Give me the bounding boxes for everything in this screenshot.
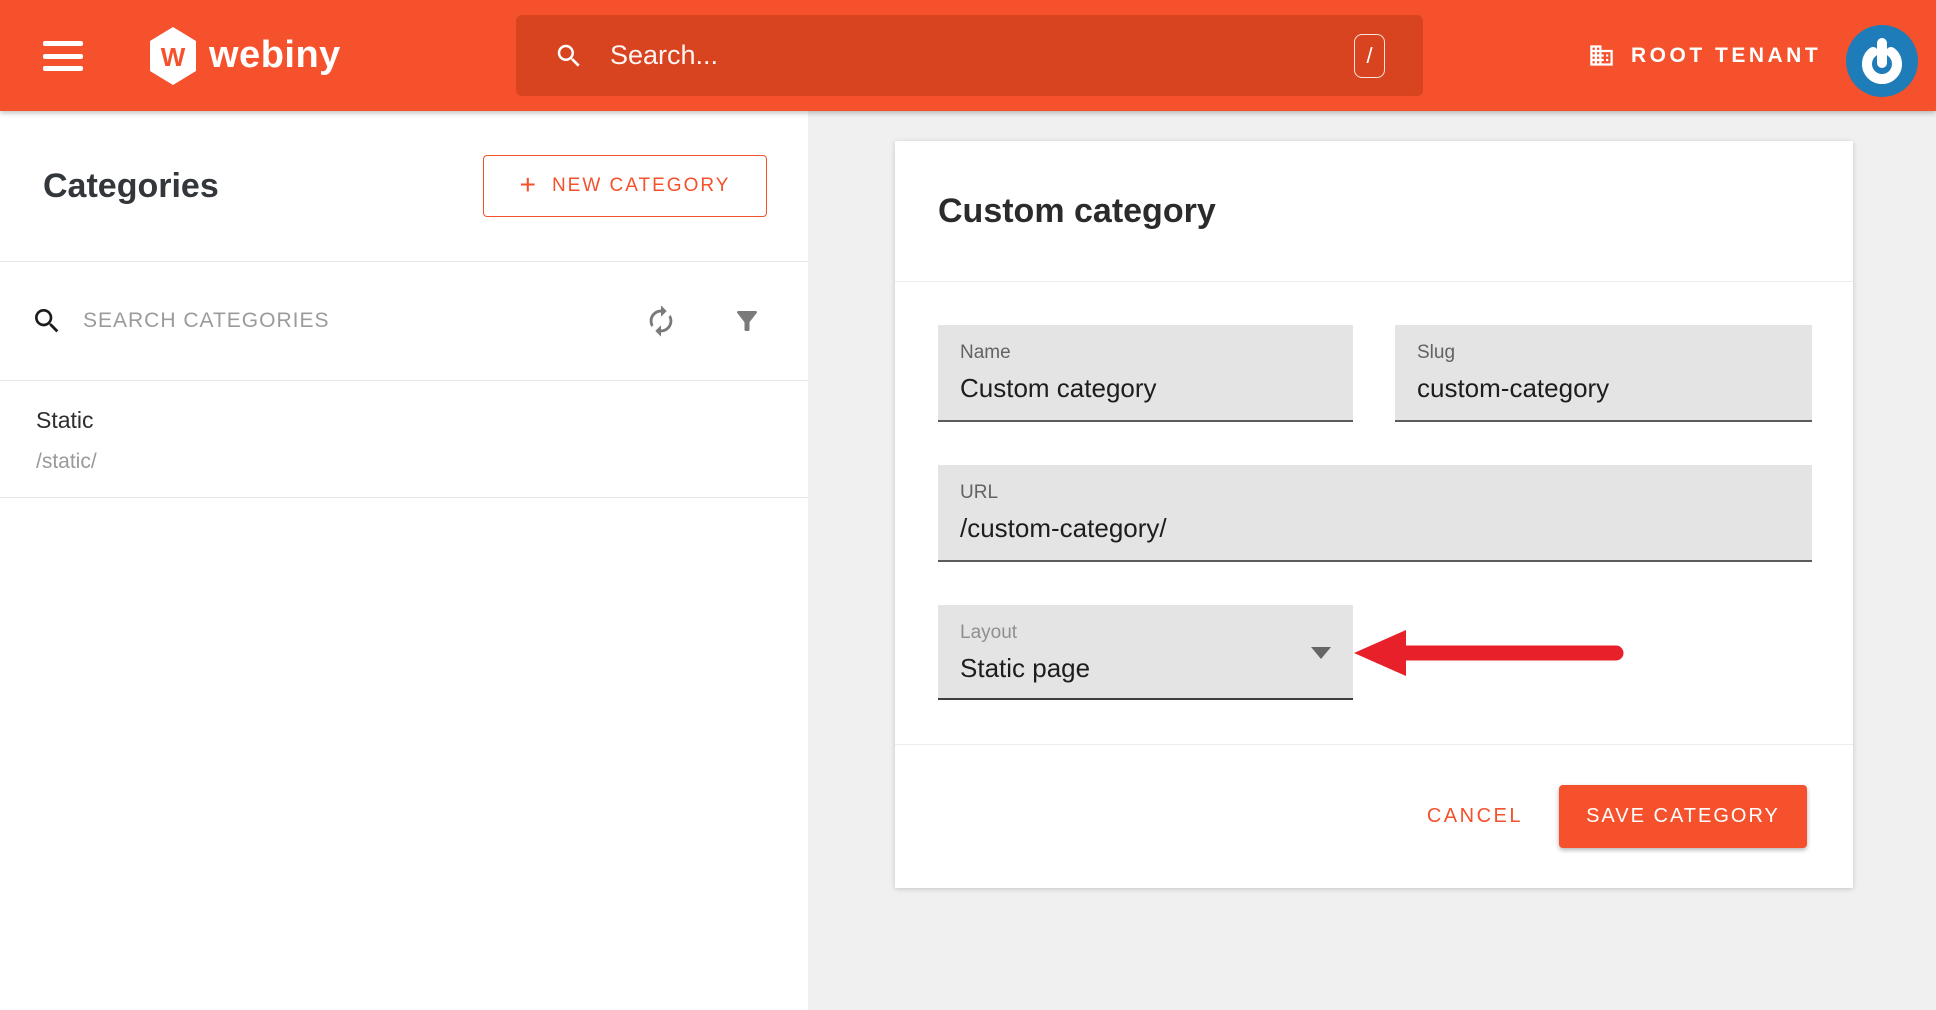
url-field[interactable]: URL [938, 465, 1812, 562]
name-field-input[interactable] [960, 373, 1322, 404]
webiny-logo-letter: W [161, 42, 186, 72]
category-name: Static [36, 407, 808, 434]
slug-field-input[interactable] [1417, 373, 1780, 404]
building-icon [1588, 42, 1615, 69]
keyboard-shortcut-badge: / [1354, 34, 1385, 78]
save-category-button[interactable]: SAVE CATEGORY [1559, 785, 1807, 848]
global-search-input[interactable] [610, 40, 1354, 71]
url-field-input[interactable] [960, 513, 1744, 544]
layout-selected-value: Static page [960, 653, 1353, 684]
menu-icon[interactable] [43, 41, 83, 71]
webiny-hexagon-icon: W [150, 27, 196, 85]
refresh-icon [644, 304, 678, 338]
slug-field-label: Slug [1417, 342, 1812, 364]
form-title: Custom category [938, 192, 1216, 231]
form-footer: CANCEL SAVE CATEGORY [895, 745, 1853, 888]
category-list-item[interactable]: Static /static/ [0, 381, 808, 498]
annotation-arrow-icon [1354, 629, 1626, 677]
new-category-button[interactable]: + NEW CATEGORY [483, 155, 767, 217]
topbar: W webiny / ROOT TENANT [0, 0, 1936, 111]
tenant-selector[interactable]: ROOT TENANT [1588, 0, 1821, 111]
category-form-card: Custom category Name Slug URL Layout Sta… [895, 141, 1853, 888]
form-header: Custom category [895, 141, 1853, 282]
tenant-name: ROOT TENANT [1631, 44, 1821, 68]
avatar-power-icon [1844, 23, 1920, 99]
categories-header: Categories + NEW CATEGORY [0, 111, 808, 262]
chevron-down-icon [1311, 647, 1331, 659]
layout-select[interactable]: Layout Static page [938, 605, 1353, 700]
search-icon [554, 41, 584, 71]
cancel-button[interactable]: CANCEL [1421, 795, 1529, 838]
webiny-logo[interactable]: W webiny [150, 0, 341, 111]
url-field-label: URL [960, 482, 1812, 504]
user-avatar[interactable] [1844, 23, 1920, 99]
filter-icon [732, 306, 762, 336]
slug-field[interactable]: Slug [1395, 325, 1812, 422]
global-search-bar[interactable]: / [516, 15, 1423, 96]
name-field-label: Name [960, 342, 1353, 364]
filter-button[interactable] [732, 306, 762, 336]
category-url: /static/ [36, 450, 808, 474]
category-search-input[interactable] [83, 309, 644, 333]
category-search-row [0, 262, 808, 381]
refresh-button[interactable] [644, 304, 678, 338]
name-field[interactable]: Name [938, 325, 1353, 422]
page-title: Categories [43, 167, 219, 206]
plus-icon: + [520, 169, 538, 201]
categories-panel: Categories + NEW CATEGORY Static /static… [0, 111, 808, 1010]
new-category-button-label: NEW CATEGORY [552, 175, 730, 197]
brand-name: webiny [209, 34, 341, 77]
layout-select-label: Layout [960, 622, 1353, 644]
search-icon [31, 305, 63, 337]
